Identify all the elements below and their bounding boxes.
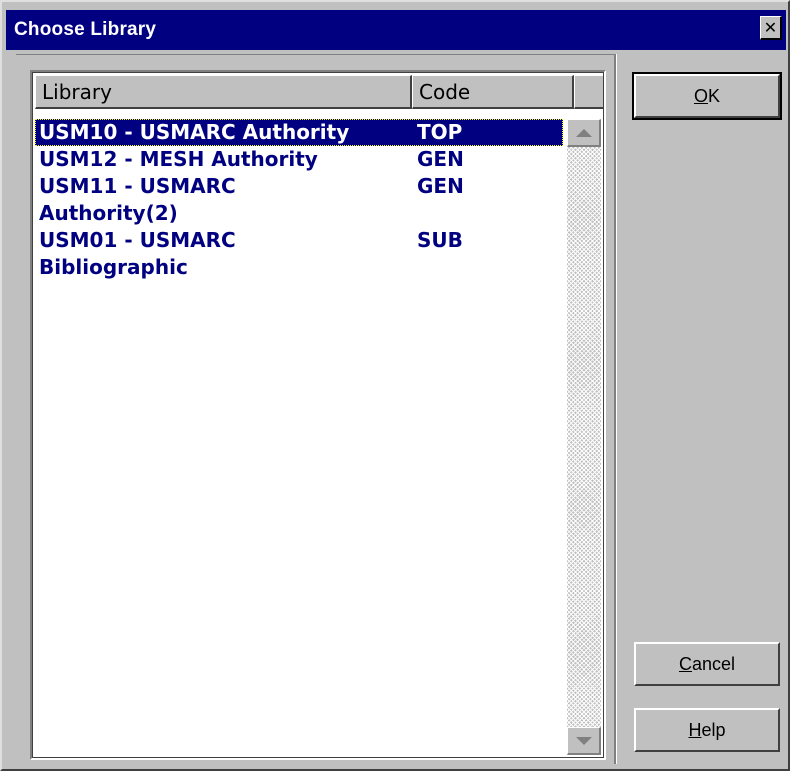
scroll-down-button[interactable]	[567, 727, 601, 755]
help-button-label: elp	[701, 719, 726, 740]
code-cell: SUB	[417, 228, 463, 252]
code-cell: GEN	[417, 147, 464, 171]
list-item[interactable]: USM11 - USMARC Authority(2) GEN	[35, 173, 563, 227]
code-cell: GEN	[417, 174, 464, 198]
scroll-down-arrow-icon	[575, 736, 592, 745]
close-button[interactable]: ✕	[760, 16, 782, 40]
choose-library-dialog: Choose Library ✕ Library Code USM10 - US…	[0, 0, 790, 771]
list-rows: USM10 - USMARC Authority TOP USM12 - MESH …	[35, 119, 563, 281]
library-cell: USM11 - USMARC Authority(2)	[39, 174, 236, 225]
cancel-button[interactable]: Cancel	[634, 642, 780, 686]
close-icon: ✕	[763, 17, 778, 37]
scroll-up-button[interactable]	[567, 119, 601, 147]
cancel-button-accel: C	[678, 653, 692, 674]
column-header-code[interactable]: Code	[412, 75, 574, 109]
code-cell: TOP	[417, 120, 463, 144]
ok-button-accel: O	[693, 85, 708, 106]
title-bar[interactable]: Choose Library ✕	[6, 10, 786, 50]
column-header-filler	[574, 75, 603, 109]
dialog-title: Choose Library	[14, 19, 157, 40]
library-list[interactable]: Library Code USM10 - USMARC Authority TOP…	[30, 70, 606, 760]
library-cell: USM12 - MESH Authority	[39, 147, 318, 171]
list-header: Library Code	[35, 75, 603, 109]
list-item[interactable]: USM10 - USMARC Authority TOP	[35, 119, 563, 146]
help-button[interactable]: Help	[634, 708, 780, 752]
ok-button[interactable]: OK	[632, 72, 782, 120]
help-button-accel: H	[688, 719, 702, 740]
library-cell: USM10 - USMARC Authority	[39, 120, 350, 144]
panel-divider	[614, 54, 617, 764]
column-header-library[interactable]: Library	[35, 75, 412, 109]
ok-button-label: K	[708, 85, 721, 106]
library-cell: USM01 - USMARC Bibliographic	[39, 228, 236, 279]
top-divider	[16, 54, 614, 55]
vertical-scrollbar[interactable]	[567, 119, 601, 755]
cancel-button-label: ancel	[691, 653, 736, 674]
list-item[interactable]: USM12 - MESH Authority GEN	[35, 146, 563, 173]
list-item[interactable]: USM01 - USMARC Bibliographic SUB	[35, 227, 563, 281]
scroll-up-arrow-icon	[575, 128, 592, 137]
